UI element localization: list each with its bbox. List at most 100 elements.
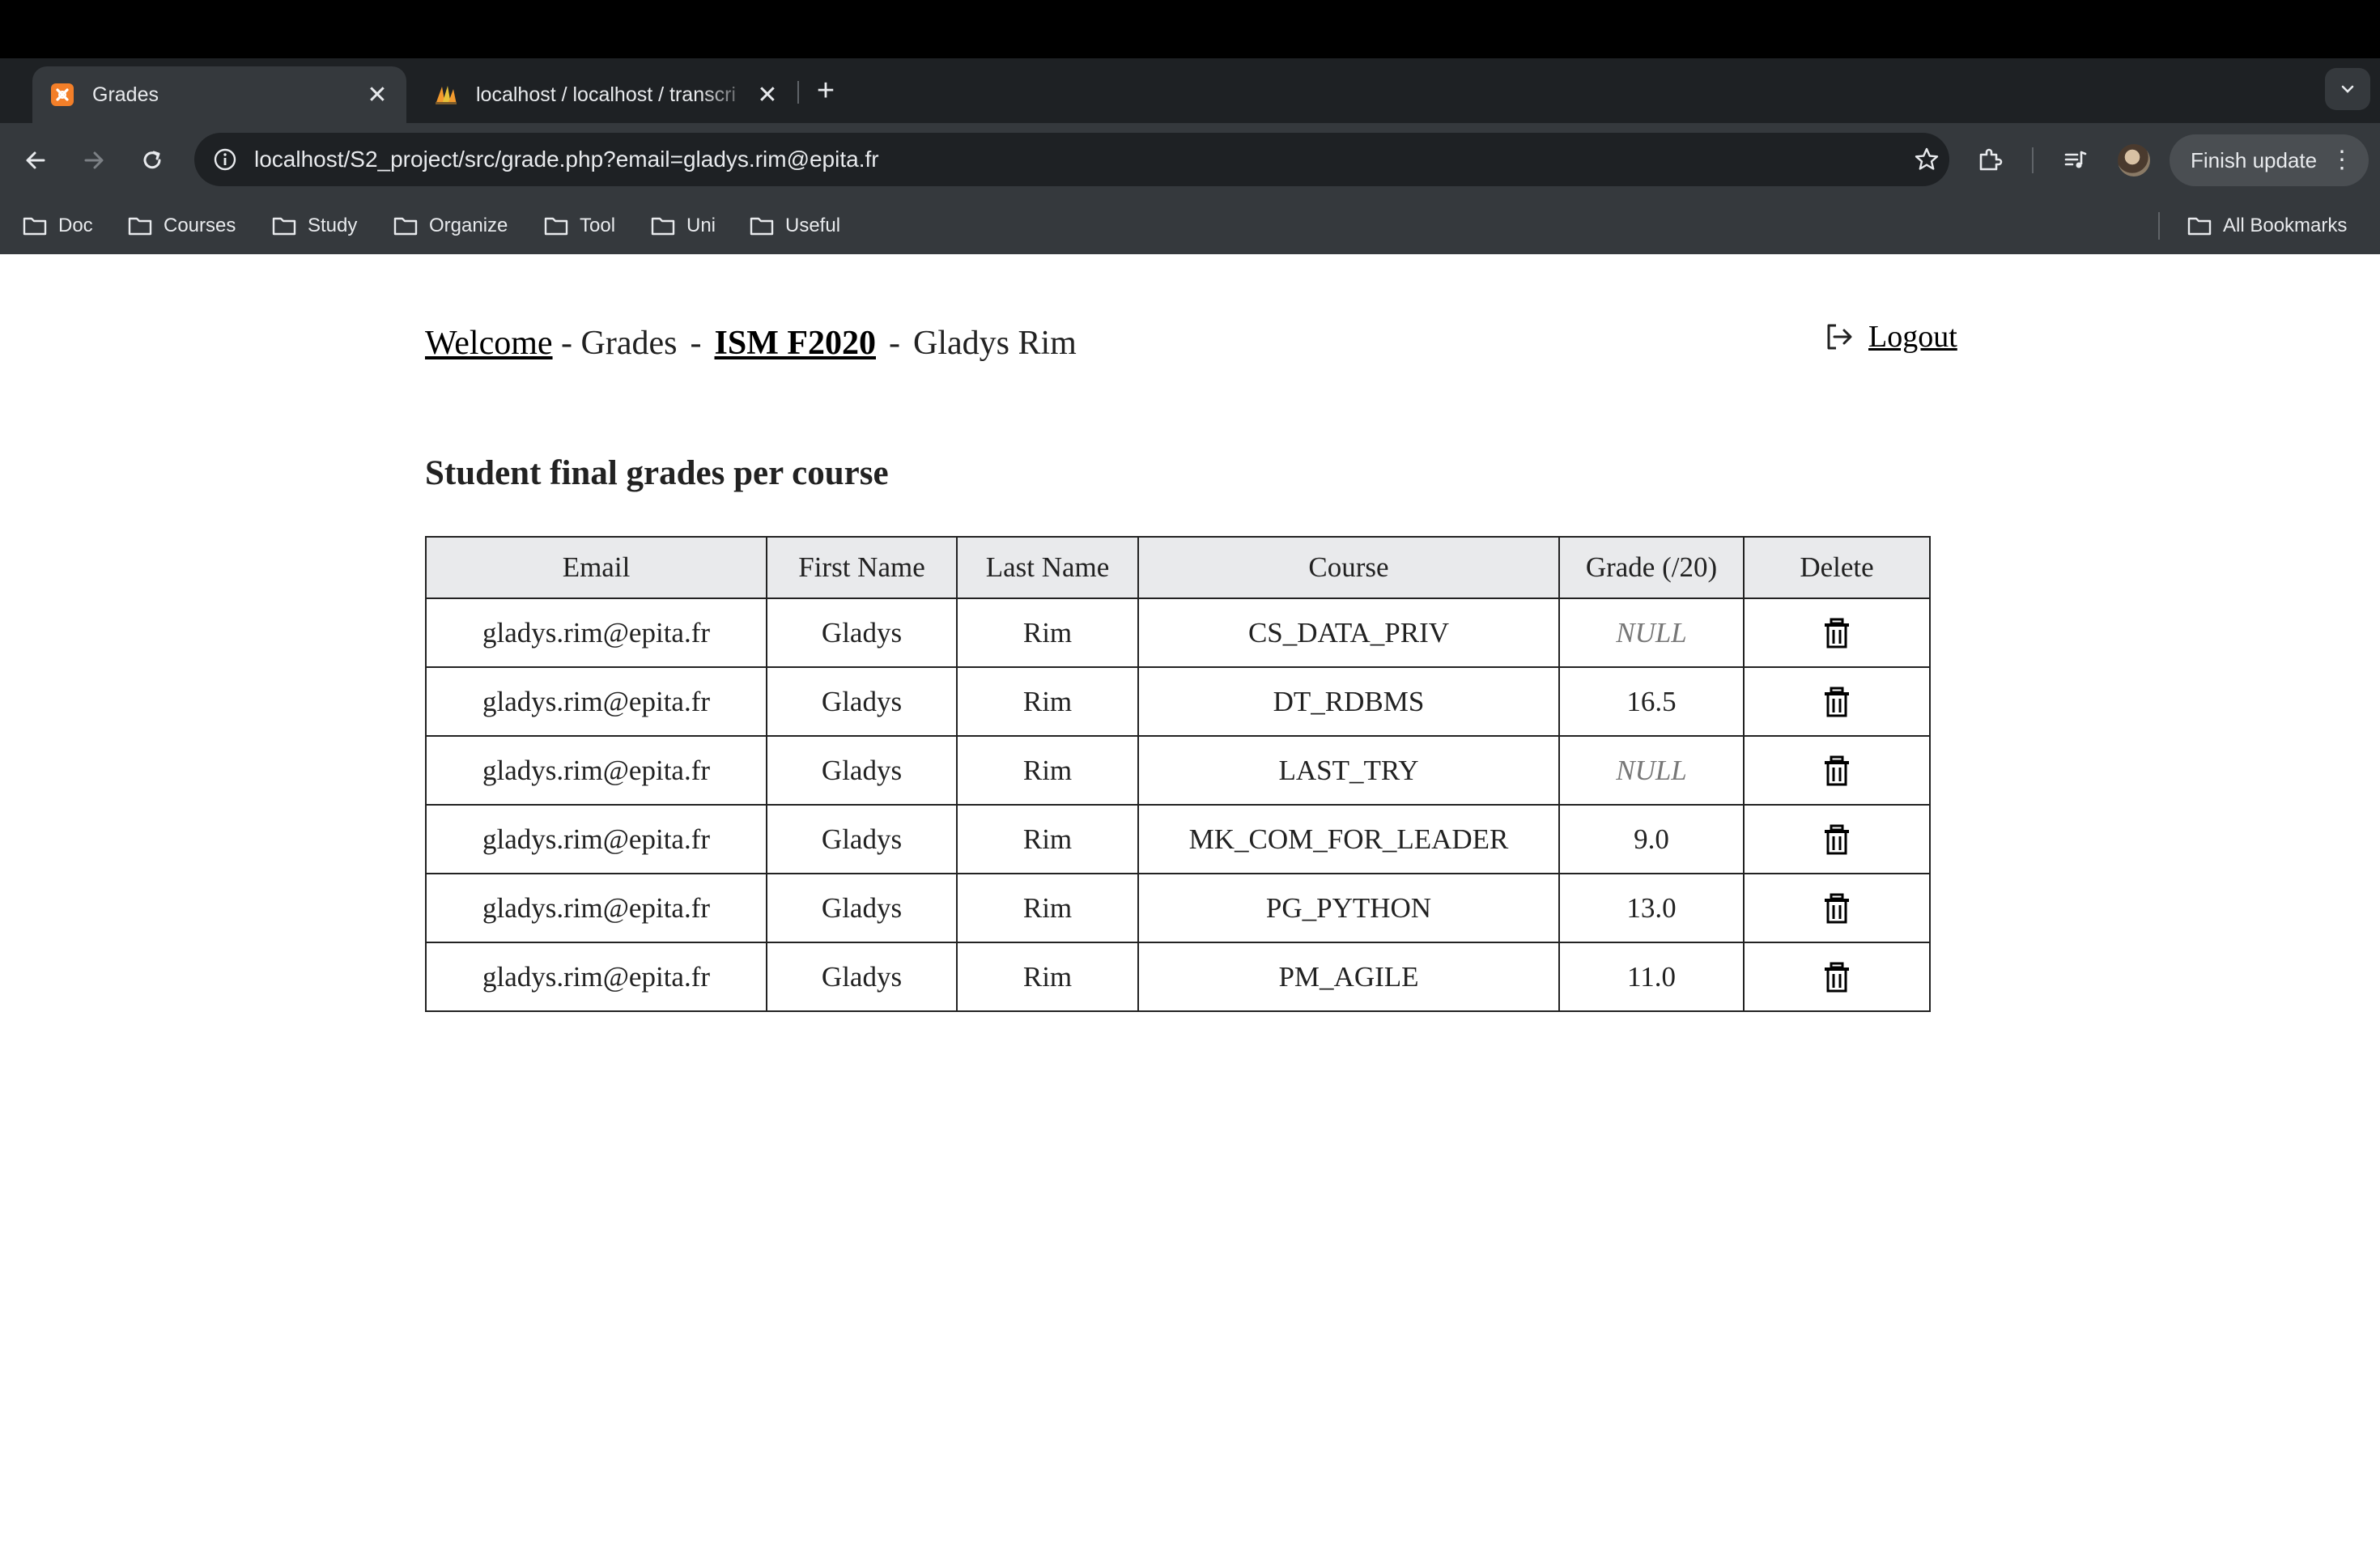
toolbar-separator [2032, 147, 2034, 173]
logout-icon [1827, 324, 1852, 350]
trash-icon[interactable] [1821, 962, 1853, 994]
queue-music-icon [2064, 151, 2087, 168]
column-header-email: Email [425, 536, 767, 599]
bookmark-useful[interactable]: Useful [750, 198, 840, 254]
column-header-delete: Delete [1743, 536, 1931, 599]
cell-grade: 9.0 [1558, 804, 1745, 874]
chevron-down-icon [2341, 85, 2354, 93]
bookmarks-bar: Doc Courses Study Organize Tool Uni Usef… [0, 198, 2380, 254]
grades-table: Email First Name Last Name Course Grade … [425, 536, 1931, 1012]
puzzle-icon [1979, 148, 2003, 171]
cell-delete [1743, 598, 1931, 668]
course-group-link[interactable]: ISM F2020 [715, 325, 877, 362]
cell-first-name: Gladys [766, 804, 958, 874]
table-header-row: Email First Name Last Name Course Grade … [425, 536, 1931, 599]
tab-label: localhost / localhost / transcri [476, 83, 736, 106]
bookmark-label: Doc [58, 215, 93, 236]
trash-icon[interactable] [1821, 618, 1853, 650]
cell-delete [1743, 873, 1931, 943]
tab-phpmyadmin[interactable]: localhost / localhost / transcri ✕ [416, 66, 797, 123]
tab-search-button[interactable] [2325, 68, 2370, 110]
section-title: Student final grades per course [425, 454, 889, 492]
bookmark-study[interactable]: Study [272, 198, 357, 254]
folder-icon [544, 217, 568, 236]
bookmark-label: Study [308, 215, 358, 236]
cell-last-name: Rim [956, 598, 1139, 668]
forward-button[interactable] [74, 141, 113, 180]
more-vert-icon: ⋮ [2330, 147, 2354, 173]
breadcrumb: Welcome - Grades - ISM F2020- Gladys Rim [425, 324, 1077, 363]
reload-button[interactable] [133, 141, 172, 180]
folder-icon [750, 217, 774, 236]
close-tab-icon[interactable]: ✕ [756, 82, 779, 108]
cell-grade: 16.5 [1558, 666, 1745, 737]
tab-grades[interactable]: Grades ✕ [32, 66, 406, 123]
table-row: gladys.rim@epita.fr Gladys Rim DT_RDBMS … [425, 666, 1931, 737]
cell-first-name: Gladys [766, 666, 958, 737]
bookmark-doc[interactable]: Doc [23, 198, 93, 254]
profile-avatar[interactable] [2118, 144, 2150, 176]
cell-first-name: Gladys [766, 873, 958, 943]
trash-icon[interactable] [1821, 687, 1853, 719]
extensions-button[interactable] [1970, 141, 2009, 180]
cell-course: PG_PYTHON [1137, 873, 1560, 943]
bookmark-label: Courses [164, 215, 236, 236]
close-tab-icon[interactable]: ✕ [366, 82, 389, 108]
cell-email: gladys.rim@epita.fr [425, 735, 767, 806]
cell-course: PM_AGILE [1137, 942, 1560, 1012]
cell-first-name: Gladys [766, 735, 958, 806]
bookmark-label: Tool [580, 215, 616, 236]
table-row: gladys.rim@epita.fr Gladys Rim LAST_TRY … [425, 735, 1931, 806]
bookmark-label: Organize [429, 215, 508, 236]
breadcrumb-separator: - [690, 325, 702, 362]
column-header-course: Course [1137, 536, 1560, 599]
cell-grade: NULL [1558, 735, 1745, 806]
breadcrumb-separator: - [889, 325, 900, 362]
cell-first-name: Gladys [766, 942, 958, 1012]
column-header-grade: Grade (/20) [1558, 536, 1745, 599]
finish-update-button[interactable]: Finish update ⋮ [2170, 134, 2369, 186]
folder-icon [128, 217, 152, 236]
bookmark-label: Uni [686, 215, 716, 236]
trash-icon[interactable] [1821, 755, 1853, 788]
bookmark-organize[interactable]: Organize [393, 198, 508, 254]
folder-icon [651, 217, 675, 236]
cell-course: MK_COM_FOR_LEADER [1137, 804, 1560, 874]
new-tab-button[interactable]: + [810, 74, 842, 107]
folder-icon [272, 217, 296, 236]
trash-icon[interactable] [1821, 893, 1853, 925]
cell-grade: NULL [1558, 598, 1745, 668]
bookmark-star-button[interactable] [1907, 140, 1946, 179]
logout[interactable]: Logout [1823, 319, 1957, 355]
breadcrumb-separator: - [561, 325, 573, 362]
folder-icon [23, 217, 47, 236]
tab-label: Grades [92, 83, 159, 106]
folder-icon [2187, 217, 2212, 236]
table-row: gladys.rim@epita.fr Gladys Rim PG_PYTHON… [425, 873, 1931, 943]
cell-last-name: Rim [956, 735, 1139, 806]
url-text[interactable]: localhost/S2_project/src/grade.php?email… [254, 133, 879, 186]
media-controls-button[interactable] [2056, 141, 2095, 180]
tab-strip: Grades ✕ localhost / localhost / transcr… [0, 58, 2380, 123]
browser-toolbar: localhost/S2_project/src/grade.php?email… [0, 123, 2380, 198]
xampp-icon [51, 83, 74, 106]
finish-update-label: Finish update [2191, 147, 2318, 172]
info-icon [214, 148, 236, 171]
bookmark-label: Useful [785, 215, 841, 236]
window-top-strip [0, 0, 2380, 58]
bookmark-courses[interactable]: Courses [128, 198, 236, 254]
welcome-link[interactable]: Welcome [425, 325, 553, 362]
table-row: gladys.rim@epita.fr Gladys Rim PM_AGILE … [425, 942, 1931, 1012]
bookmark-uni[interactable]: Uni [651, 198, 716, 254]
address-bar[interactable]: localhost/S2_project/src/grade.php?email… [194, 133, 1949, 186]
cell-last-name: Rim [956, 804, 1139, 874]
site-info-button[interactable] [206, 140, 244, 179]
bookmark-tool[interactable]: Tool [544, 198, 615, 254]
cell-email: gladys.rim@epita.fr [425, 873, 767, 943]
back-button[interactable] [16, 141, 55, 180]
logout-link[interactable]: Logout [1868, 319, 1957, 355]
phpmyadmin-icon [436, 86, 457, 104]
trash-icon[interactable] [1821, 824, 1853, 857]
arrow-left-icon [26, 151, 45, 169]
all-bookmarks-button[interactable]: All Bookmarks [2187, 198, 2347, 254]
